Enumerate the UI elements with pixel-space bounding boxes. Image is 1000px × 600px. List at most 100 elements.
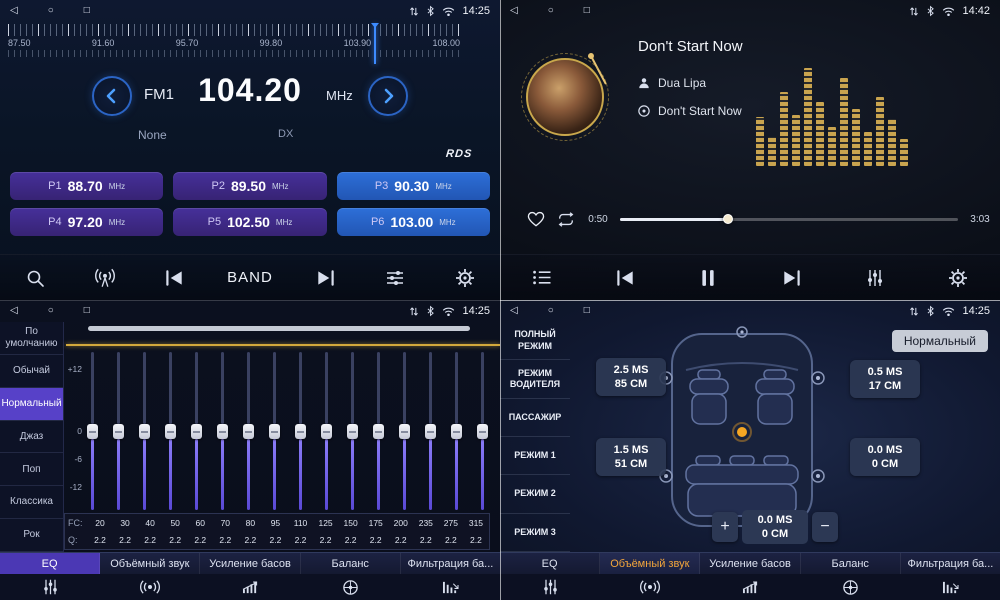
decrease-delay-button[interactable]: −	[812, 512, 838, 542]
eq-preset-jazz[interactable]: Джаз	[0, 421, 63, 454]
frequency-ruler[interactable]: 87.50 91.60 95.70 99.80 103.90 108.00	[8, 24, 460, 64]
mode-2[interactable]: РЕЖИМ 2	[500, 475, 570, 513]
tab-bass-boost[interactable]: Усиление басов	[200, 553, 300, 574]
eq-band-slider[interactable]	[138, 352, 150, 510]
eq-preset-rock[interactable]: Рок	[0, 519, 63, 552]
tab-eq[interactable]: EQ	[0, 553, 100, 574]
nav-home-icon[interactable]: ○	[548, 306, 554, 316]
nav-recents-icon[interactable]: □	[584, 306, 590, 316]
tab-surround[interactable]: Объёмный звук	[600, 553, 700, 574]
eq-band-slider[interactable]	[294, 352, 306, 510]
eq-preset-normal[interactable]: Нормальный	[0, 388, 63, 421]
slider-knob[interactable]	[347, 424, 358, 439]
eq-band-slider[interactable]	[398, 352, 410, 510]
preset-button-p2[interactable]: P2 89.50 MHz	[173, 172, 326, 200]
tab-balance[interactable]: Баланс	[301, 553, 401, 574]
slider-knob[interactable]	[113, 424, 124, 439]
repeat-button[interactable]	[556, 209, 576, 229]
mode-passenger[interactable]: ПАССАЖИР	[500, 399, 570, 437]
eq-band-slider[interactable]	[216, 352, 228, 510]
slider-knob[interactable]	[295, 424, 306, 439]
slider-knob[interactable]	[451, 424, 462, 439]
progress-bar[interactable]	[620, 218, 958, 221]
tune-up-button[interactable]	[368, 76, 408, 116]
tab-filter[interactable]: Фильтрация ба...	[901, 553, 1000, 574]
surround-tab-icon[interactable]	[600, 580, 700, 594]
slider-knob[interactable]	[217, 424, 228, 439]
equalizer-button[interactable]	[858, 261, 892, 295]
tab-bass-boost[interactable]: Усиление басов	[700, 553, 800, 574]
preset-button-p3[interactable]: P3 90.30 MHz	[337, 172, 490, 200]
eq-band-slider[interactable]	[242, 352, 254, 510]
mode-1[interactable]: РЕЖИМ 1	[500, 437, 570, 475]
pause-button[interactable]	[691, 261, 725, 295]
eq-preset-classic[interactable]: Классика	[0, 486, 63, 519]
slider-knob[interactable]	[425, 424, 436, 439]
search-stations-button[interactable]	[18, 261, 52, 295]
mode-driver[interactable]: РЕЖИМ ВОДИТЕЛЯ	[500, 360, 570, 398]
slider-knob[interactable]	[321, 424, 332, 439]
preset-button-p1[interactable]: P1 88.70 MHz	[10, 172, 163, 200]
nav-recents-icon[interactable]: □	[84, 306, 90, 316]
next-track-button[interactable]	[775, 261, 809, 295]
eq-band-slider[interactable]	[476, 352, 488, 510]
band-button[interactable]: BAND	[227, 261, 273, 295]
nav-recents-icon[interactable]: □	[584, 6, 590, 16]
slider-knob[interactable]	[191, 424, 202, 439]
tab-balance[interactable]: Баланс	[801, 553, 901, 574]
eq-band-slider[interactable]	[320, 352, 332, 510]
eq-band-slider[interactable]	[190, 352, 202, 510]
rear-left-delay-button[interactable]: 1.5 MS 51 CM	[596, 438, 666, 476]
nav-home-icon[interactable]: ○	[548, 6, 554, 16]
slider-knob[interactable]	[165, 424, 176, 439]
eq-band-slider[interactable]	[268, 352, 280, 510]
filter-tab-icon[interactable]	[900, 580, 1000, 595]
nav-recents-icon[interactable]: □	[84, 6, 90, 16]
nav-back-icon[interactable]: ◁	[510, 6, 518, 16]
slider-knob[interactable]	[139, 424, 150, 439]
scroll-indicator[interactable]	[88, 326, 470, 331]
next-station-button[interactable]	[309, 261, 343, 295]
eq-tab-icon[interactable]	[0, 578, 100, 596]
slider-knob[interactable]	[87, 424, 98, 439]
eq-band-slider[interactable]	[450, 352, 462, 510]
eq-preset-pop[interactable]: Поп	[0, 453, 63, 486]
nav-back-icon[interactable]: ◁	[510, 306, 518, 316]
audio-settings-button[interactable]	[378, 261, 412, 295]
nav-back-icon[interactable]: ◁	[10, 306, 18, 316]
bass-boost-tab-icon[interactable]	[200, 580, 300, 595]
eq-band-slider[interactable]	[424, 352, 436, 510]
eq-preset-custom[interactable]: Обычай	[0, 355, 63, 388]
progress-knob[interactable]	[723, 214, 733, 224]
sound-profile-button[interactable]: Нормальный	[892, 330, 988, 352]
surround-tab-icon[interactable]	[100, 580, 200, 594]
slider-knob[interactable]	[477, 424, 488, 439]
settings-button[interactable]	[941, 261, 975, 295]
tab-eq[interactable]: EQ	[500, 553, 600, 574]
nav-home-icon[interactable]: ○	[48, 306, 54, 316]
mode-full[interactable]: ПОЛНЫЙ РЕЖИМ	[500, 322, 570, 360]
bass-boost-tab-icon[interactable]	[700, 580, 800, 595]
slider-knob[interactable]	[269, 424, 280, 439]
playlist-button[interactable]	[525, 261, 559, 295]
filter-tab-icon[interactable]	[400, 580, 500, 595]
eq-preset-default[interactable]: По умолчанию	[0, 322, 63, 355]
nav-home-icon[interactable]: ○	[48, 6, 54, 16]
tab-filter[interactable]: Фильтрация ба...	[401, 553, 500, 574]
balance-tab-icon[interactable]	[300, 579, 400, 596]
balance-tab-icon[interactable]	[800, 579, 900, 596]
preset-button-p5[interactable]: P5 102.50 MHz	[173, 208, 326, 236]
tab-surround[interactable]: Объёмный звук	[100, 553, 200, 574]
eq-band-slider[interactable]	[86, 352, 98, 510]
eq-band-slider[interactable]	[112, 352, 124, 510]
rear-right-delay-button[interactable]: 0.0 MS 0 CM	[850, 438, 920, 476]
broadcast-button[interactable]	[88, 261, 122, 295]
eq-band-slider[interactable]	[164, 352, 176, 510]
slider-knob[interactable]	[399, 424, 410, 439]
slider-knob[interactable]	[373, 424, 384, 439]
increase-delay-button[interactable]: +	[712, 512, 738, 542]
preset-button-p6[interactable]: P6 103.00 MHz	[337, 208, 490, 236]
previous-track-button[interactable]	[608, 261, 642, 295]
eq-tab-icon[interactable]	[500, 578, 600, 596]
slider-knob[interactable]	[243, 424, 254, 439]
